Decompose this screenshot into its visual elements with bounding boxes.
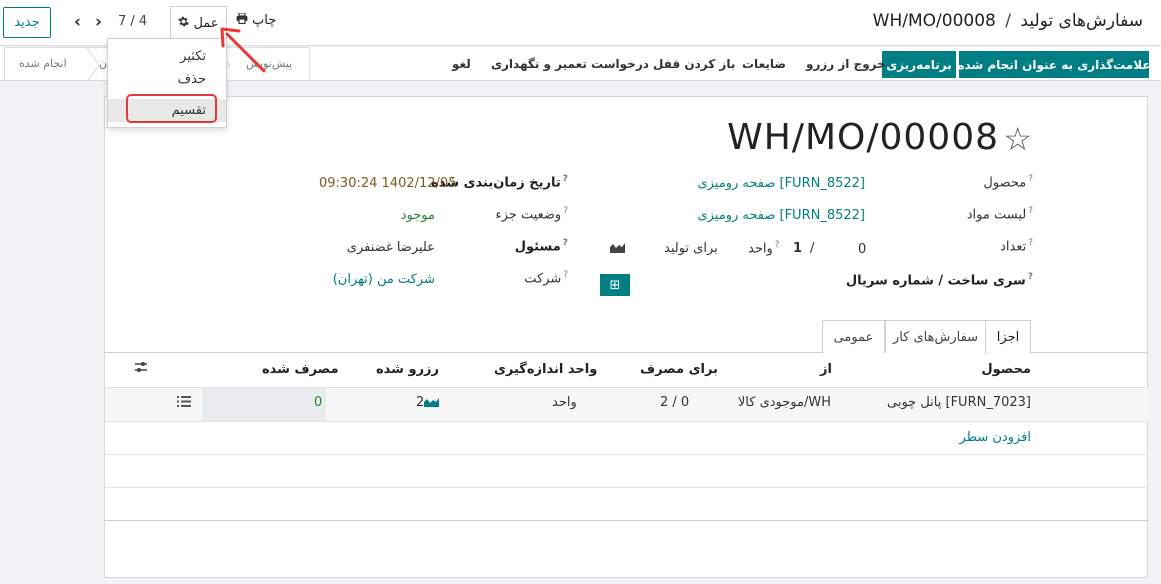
bom-label: ?لیست مواد: [966, 206, 1033, 223]
highlight-box: [126, 94, 217, 123]
row-to-consume[interactable]: 2 / 0: [660, 395, 689, 410]
company-value[interactable]: شرکت من (تهران): [333, 272, 435, 287]
add-lot-button[interactable]: ⊞: [600, 274, 630, 296]
forecast-graph-icon[interactable]: [424, 396, 439, 411]
menu-item-duplicate[interactable]: تکثیر: [108, 45, 226, 68]
row-from[interactable]: WH/موجودی کالا: [738, 395, 831, 410]
to-produce-label: برای تولید: [664, 241, 718, 256]
breadcrumb-current: WH/MO/00008: [872, 11, 996, 31]
row-divider: [105, 487, 1148, 488]
printer-icon: [236, 12, 248, 28]
unreserve-button[interactable]: خروج از رزرو: [806, 57, 886, 71]
breadcrumb-parent[interactable]: سفارش‌های تولید: [1020, 11, 1143, 31]
breadcrumb: سفارش‌های تولید / WH/MO/00008: [873, 11, 1143, 31]
print-button[interactable]: چاپ: [236, 12, 277, 28]
tab-miscellaneous[interactable]: عمومی: [822, 320, 885, 353]
column-header-reserved[interactable]: رزرو شده: [376, 362, 439, 377]
stage-confirmed[interactable]: ن: [99, 57, 107, 70]
chevron-right-icon[interactable]: ›: [95, 12, 102, 32]
row-reserved: 2: [416, 395, 425, 410]
responsible-label: ?مسئول: [514, 238, 568, 255]
add-line-link[interactable]: افزودن سطر: [960, 430, 1031, 445]
lot-serial-label: ?سری ساخت / شماره سریال: [845, 272, 1033, 289]
menu-item-delete[interactable]: حذف: [108, 68, 226, 91]
column-header-to-consume[interactable]: برای مصرف: [640, 362, 718, 377]
quantity-unit: ?واحد: [748, 240, 780, 257]
record-title: WH/MO/00008: [727, 117, 999, 158]
tab-components[interactable]: اجزا: [985, 320, 1031, 354]
quantity-label: ?تعداد: [1000, 238, 1033, 255]
forecast-graph-icon[interactable]: [610, 242, 625, 257]
breadcrumb-separator: /: [1005, 11, 1011, 31]
detailed-operations-icon[interactable]: [177, 396, 191, 411]
chevron-left-icon[interactable]: ‹: [74, 12, 81, 32]
component-status-label: ?وضعیت جزء: [495, 206, 568, 223]
gear-icon: [178, 16, 190, 31]
quantity-target[interactable]: 1: [793, 241, 802, 256]
product-value[interactable]: [FURN_8522] صفحه رومیزی: [697, 176, 865, 191]
row-uom: واحد: [552, 395, 577, 410]
stage-draft[interactable]: پیش‌نویس: [246, 57, 292, 70]
tab-work-orders[interactable]: سفارش‌های کار: [885, 320, 985, 353]
stage-done[interactable]: انجام شده: [19, 57, 67, 70]
column-header-from[interactable]: از: [820, 362, 832, 377]
action-label: عمل: [193, 15, 219, 31]
pager-value[interactable]: 7 / 4: [118, 14, 147, 29]
mark-done-button[interactable]: علامت‌گذاری به عنوان انجام شده: [957, 51, 1151, 78]
optional-columns-icon[interactable]: [134, 360, 148, 378]
bom-value[interactable]: [FURN_8522] صفحه رومیزی: [697, 208, 865, 223]
scrap-button[interactable]: ضایعات: [742, 57, 786, 71]
consumed-cell[interactable]: [202, 388, 326, 421]
print-label: چاپ: [252, 13, 277, 28]
cancel-button[interactable]: لغو: [452, 57, 471, 71]
row-product[interactable]: [FURN_7023] پانل چوبی: [887, 395, 1031, 410]
responsible-value[interactable]: علیرضا غضنفری: [347, 240, 435, 255]
quantity-separator: /: [810, 241, 815, 256]
star-icon[interactable]: ☆: [1003, 120, 1032, 158]
component-status-value: موجود: [400, 208, 435, 223]
table-footer-divider: [105, 520, 1148, 521]
column-header-product[interactable]: محصول: [981, 362, 1031, 377]
quantity-produced[interactable]: 0: [858, 242, 866, 257]
row-divider: [105, 454, 1148, 455]
action-button[interactable]: عمل: [170, 6, 227, 39]
plan-button[interactable]: برنامه‌ریزی: [882, 51, 956, 78]
company-label: ?شرکت: [524, 270, 568, 287]
row-divider: [105, 421, 1148, 422]
row-consumed[interactable]: 0: [314, 395, 322, 410]
new-button[interactable]: جدید: [3, 7, 51, 38]
column-header-consumed[interactable]: مصرف شده: [262, 362, 339, 377]
scheduled-date-value[interactable]: 1402/12/05 09:30:24: [319, 176, 456, 191]
unlock-button[interactable]: باز کردن قفل: [653, 57, 735, 71]
product-label: ?محصول: [983, 174, 1033, 191]
maintenance-request-button[interactable]: درخواست تعمیر و نگهداری: [491, 57, 649, 71]
column-header-uom[interactable]: واحد اندازه‌گیری: [494, 362, 597, 377]
